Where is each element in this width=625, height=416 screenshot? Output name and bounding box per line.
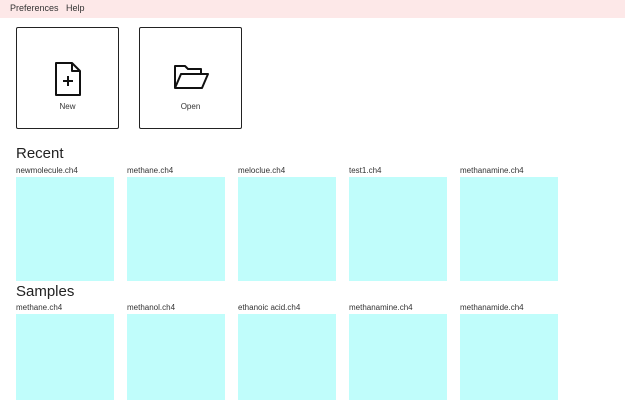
file-name: test1.ch4 [349,166,382,175]
recent-file-item[interactable]: methane.ch4 [127,166,225,281]
file-name: methane.ch4 [16,303,63,312]
file-thumbnail[interactable] [127,314,225,400]
new-file-icon [54,62,81,96]
menu-help[interactable]: Help [66,3,85,13]
file-thumbnail[interactable] [460,314,558,400]
sample-file-item[interactable]: methanamine.ch4 [349,303,447,400]
recent-heading: Recent [16,145,64,162]
samples-heading: Samples [16,283,75,300]
open-button[interactable]: Open [139,27,242,129]
sample-file-item[interactable]: methanamide.ch4 [460,303,558,400]
file-name: methanamide.ch4 [460,303,524,312]
sample-file-item[interactable]: methanol.ch4 [127,303,225,400]
recent-file-item[interactable]: newmolecule.ch4 [16,166,114,281]
file-name: newmolecule.ch4 [16,166,78,175]
file-name: methanamine.ch4 [349,303,413,312]
file-thumbnail[interactable] [238,314,336,400]
sample-file-item[interactable]: methane.ch4 [16,303,114,400]
file-thumbnail[interactable] [238,177,336,281]
menu-bar: Preferences Help [0,0,625,18]
recent-file-item[interactable]: methanamine.ch4 [460,166,558,281]
file-name: methanol.ch4 [127,303,176,312]
file-thumbnail[interactable] [16,314,114,400]
new-label: New [59,102,76,111]
file-name: methane.ch4 [127,166,174,175]
file-thumbnail[interactable] [349,177,447,281]
new-button[interactable]: New [16,27,119,129]
file-name: ethanoic acid.ch4 [238,303,301,312]
file-name: meloclue.ch4 [238,166,286,175]
file-thumbnail[interactable] [460,177,558,281]
file-thumbnail[interactable] [16,177,114,281]
recent-file-item[interactable]: test1.ch4 [349,166,447,281]
file-name: methanamine.ch4 [460,166,524,175]
menu-preferences[interactable]: Preferences [10,3,59,13]
open-label: Open [180,102,201,111]
recent-file-item[interactable]: meloclue.ch4 [238,166,336,281]
file-thumbnail[interactable] [127,177,225,281]
sample-file-item[interactable]: ethanoic acid.ch4 [238,303,336,400]
open-folder-icon [173,65,209,89]
file-thumbnail[interactable] [349,314,447,400]
